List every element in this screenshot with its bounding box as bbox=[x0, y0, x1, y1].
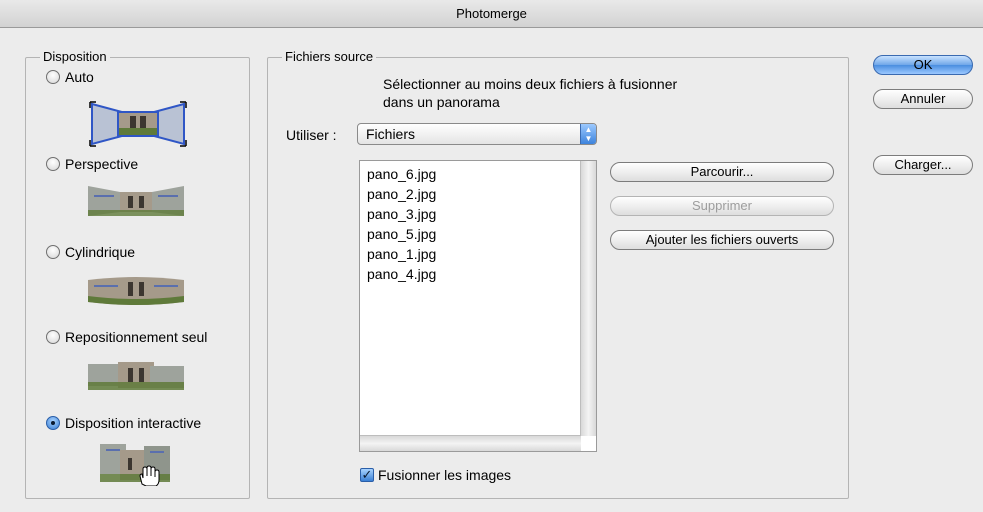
use-label: Utiliser : bbox=[286, 127, 337, 143]
layout-reposition-radio[interactable] bbox=[46, 330, 60, 344]
list-item[interactable]: pano_3.jpg bbox=[360, 204, 596, 224]
layout-interactive-label: Disposition interactive bbox=[65, 415, 202, 431]
perspective-layout-preview bbox=[88, 186, 184, 216]
window-title: Photomerge bbox=[456, 6, 527, 21]
list-item[interactable]: pano_1.jpg bbox=[360, 244, 596, 264]
instruction-text-line-1: Sélectionner au moins deux fichiers à fu… bbox=[383, 76, 678, 92]
file-list-vertical-scrollbar[interactable] bbox=[580, 161, 596, 436]
list-item[interactable]: pano_2.jpg bbox=[360, 184, 596, 204]
layout-auto-label: Auto bbox=[65, 69, 94, 85]
layout-reposition-option[interactable]: Repositionnement seul bbox=[46, 329, 207, 345]
layout-interactive-radio[interactable] bbox=[46, 416, 60, 430]
use-select[interactable]: Fichiers ▲ ▼ bbox=[357, 123, 597, 145]
layout-auto-option[interactable]: Auto bbox=[46, 69, 94, 85]
file-list-items: pano_6.jpg pano_2.jpg pano_3.jpg pano_5.… bbox=[360, 161, 596, 284]
use-select-value: Fichiers bbox=[366, 126, 416, 142]
list-item[interactable]: pano_5.jpg bbox=[360, 224, 596, 244]
layout-cylindrical-radio[interactable] bbox=[46, 245, 60, 259]
disposition-legend: Disposition bbox=[40, 49, 110, 64]
file-list[interactable]: pano_6.jpg pano_2.jpg pano_3.jpg pano_5.… bbox=[359, 160, 597, 452]
file-list-horizontal-scrollbar[interactable] bbox=[360, 435, 581, 451]
load-button[interactable]: Charger... bbox=[873, 155, 973, 175]
select-arrows-icon: ▲ ▼ bbox=[580, 124, 596, 144]
cancel-button[interactable]: Annuler bbox=[873, 89, 973, 109]
layout-interactive-option[interactable]: Disposition interactive bbox=[46, 415, 201, 431]
list-item[interactable]: pano_4.jpg bbox=[360, 264, 596, 284]
blend-images-option[interactable]: ✓ Fusionner les images bbox=[360, 467, 511, 483]
blend-images-label: Fusionner les images bbox=[378, 467, 512, 483]
browse-button[interactable]: Parcourir... bbox=[610, 162, 834, 182]
layout-perspective-option[interactable]: Perspective bbox=[46, 156, 138, 172]
reposition-layout-preview bbox=[88, 362, 184, 390]
title-bar: Photomerge bbox=[0, 0, 983, 28]
add-open-files-button[interactable]: Ajouter les fichiers ouverts bbox=[610, 230, 834, 250]
interactive-layout-preview bbox=[100, 444, 170, 486]
list-item[interactable]: pano_6.jpg bbox=[360, 164, 596, 184]
ok-button[interactable]: OK bbox=[873, 55, 973, 75]
auto-layout-preview bbox=[89, 101, 187, 147]
remove-button[interactable]: Supprimer bbox=[610, 196, 834, 216]
layout-cylindrical-option[interactable]: Cylindrique bbox=[46, 244, 135, 260]
blend-images-checkbox[interactable]: ✓ bbox=[360, 468, 374, 482]
layout-cylindrical-label: Cylindrique bbox=[65, 244, 136, 260]
layout-auto-radio[interactable] bbox=[46, 70, 60, 84]
layout-reposition-label: Repositionnement seul bbox=[65, 329, 208, 345]
layout-perspective-radio[interactable] bbox=[46, 157, 60, 171]
cylindrical-layout-preview bbox=[88, 277, 184, 305]
layout-perspective-label: Perspective bbox=[65, 156, 139, 172]
source-files-legend: Fichiers source bbox=[282, 49, 377, 64]
instruction-text-line-2: dans un panorama bbox=[383, 94, 500, 110]
